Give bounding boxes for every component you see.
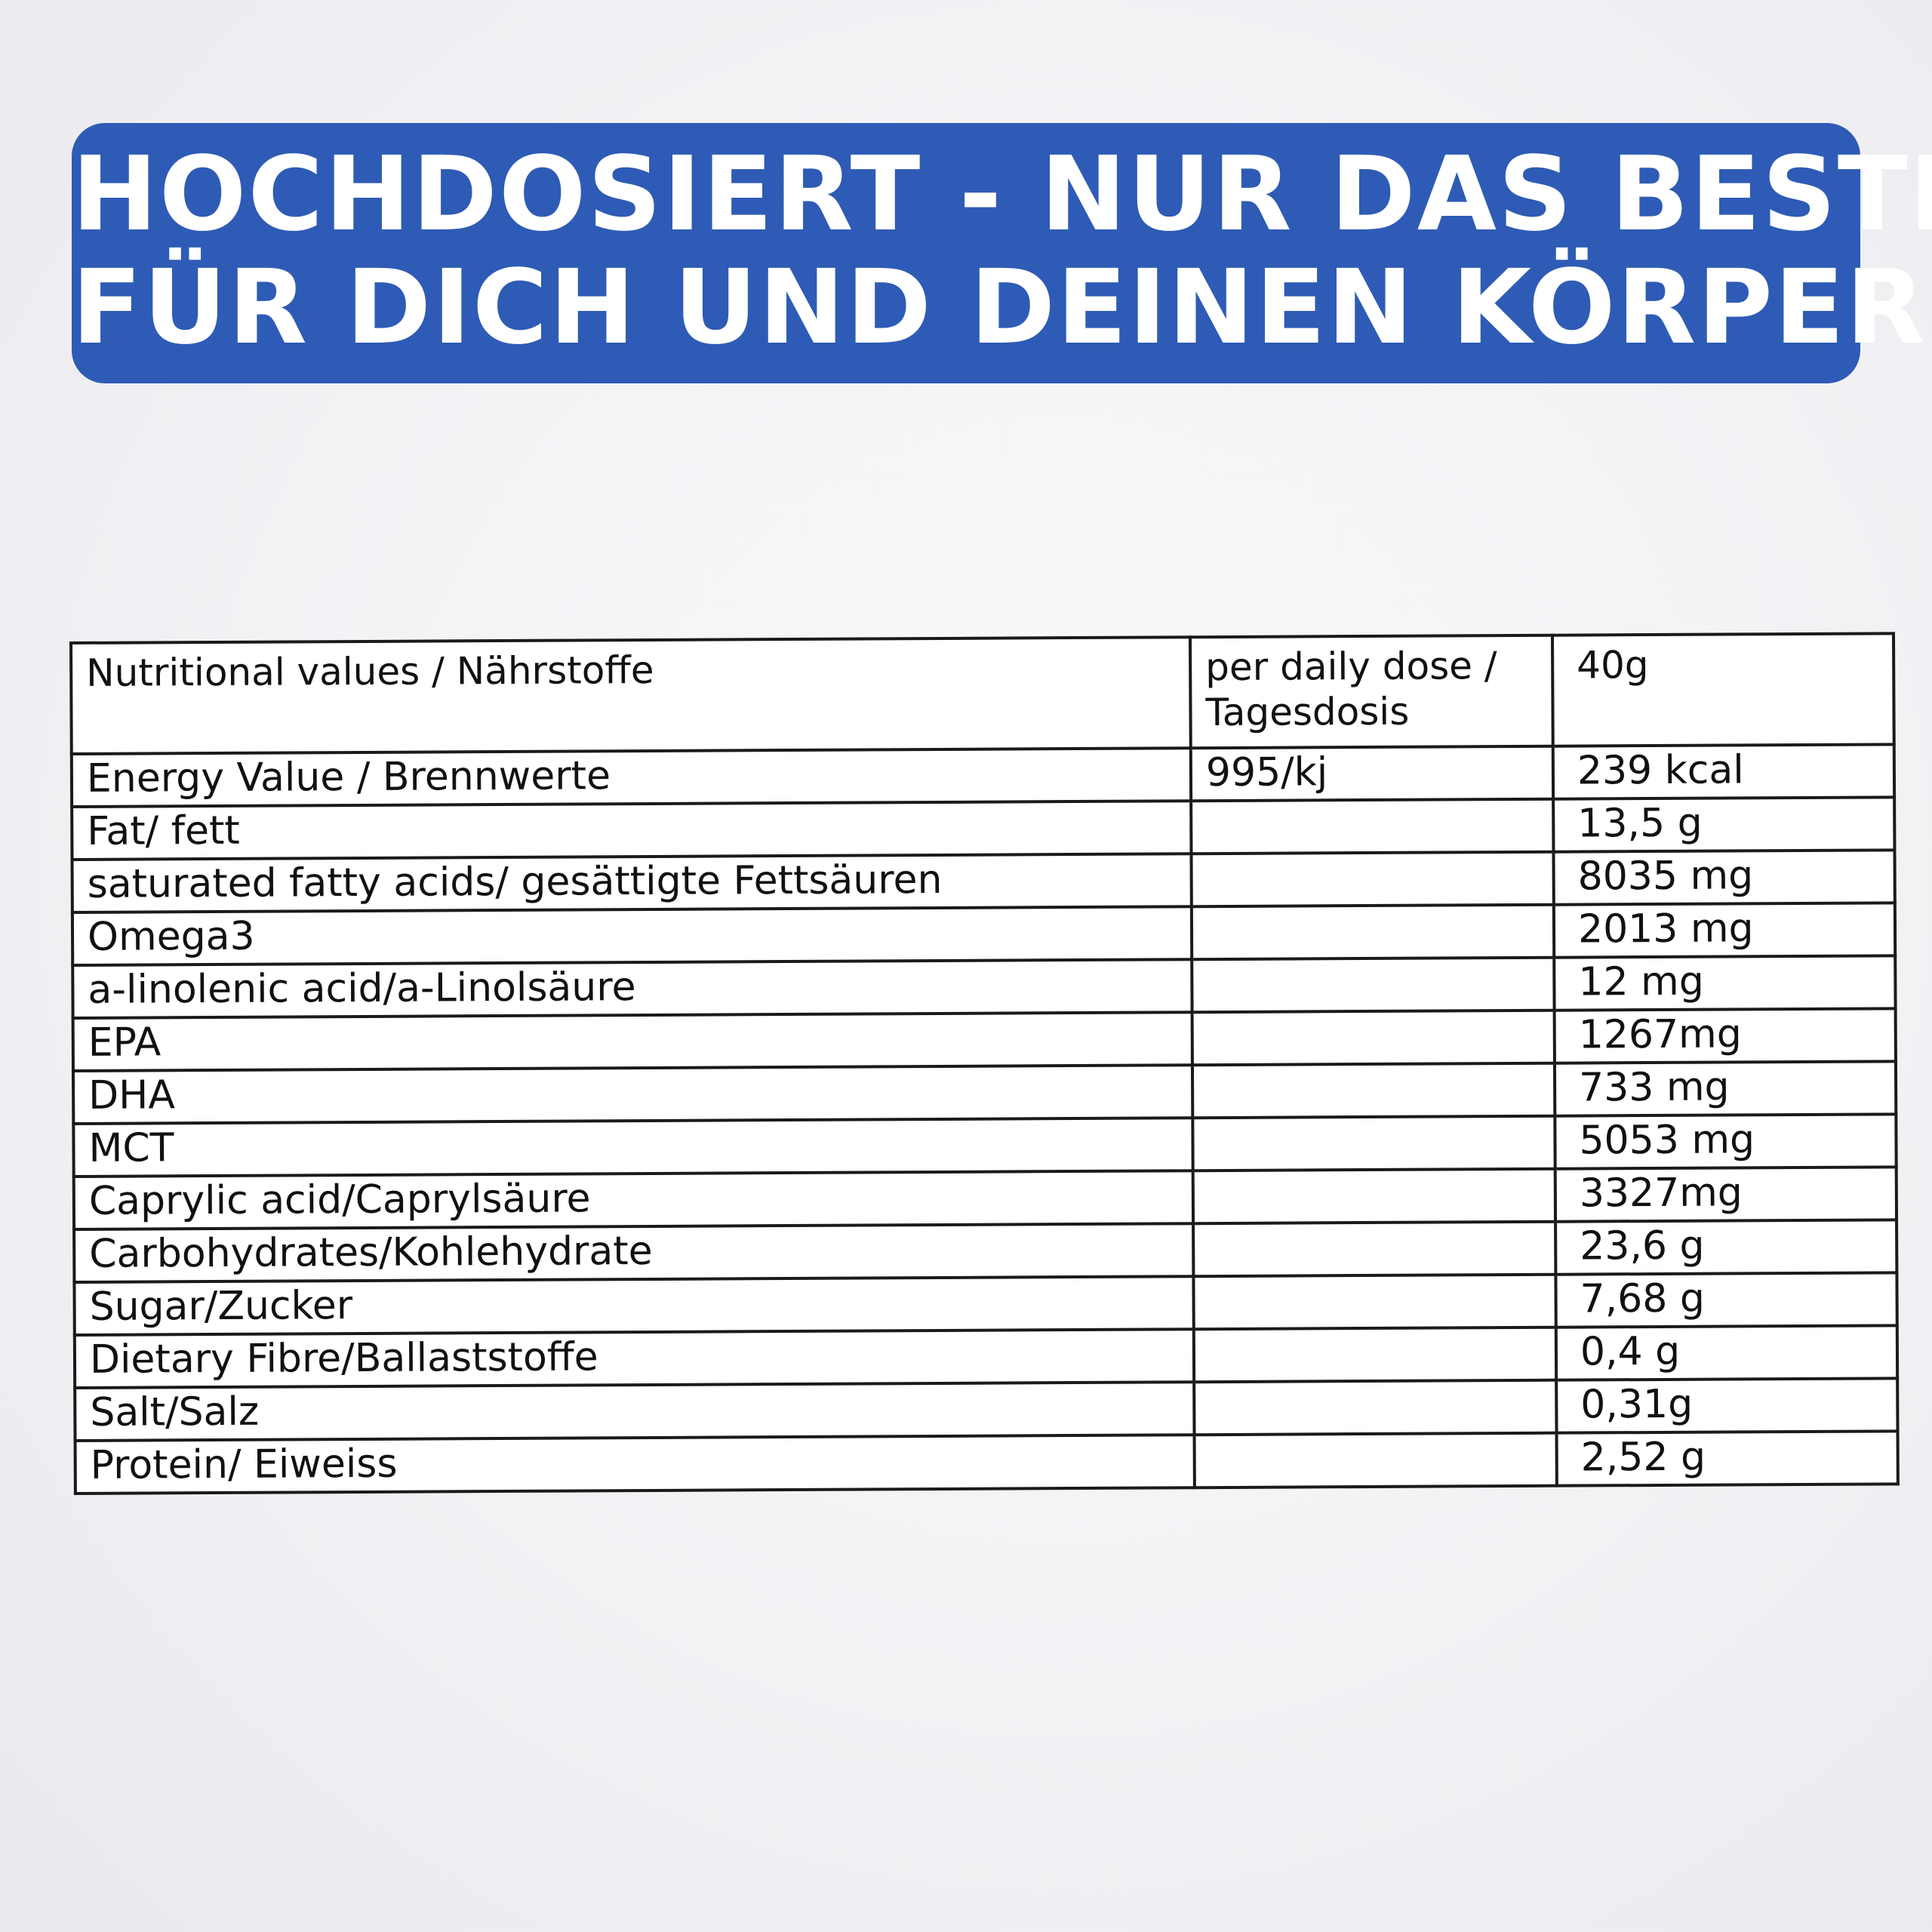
nutrient-value: 733 mg xyxy=(1554,1061,1897,1116)
nutrient-value: 0,31g xyxy=(1556,1378,1898,1433)
nutrient-name: Omega3 xyxy=(72,906,1192,965)
nutrient-name: Dietary Fibre/Ballaststoffe xyxy=(74,1329,1195,1388)
table-header-row: Nutritional values / Nährstoffe per dail… xyxy=(71,633,1894,754)
header-amount: 40g xyxy=(1552,633,1894,746)
nutrient-dose xyxy=(1193,1221,1556,1277)
nutrient-dose: 995/kj xyxy=(1190,746,1554,801)
headline-banner: HOCHDOSIERT - NUR DAS BESTE FÜR DICH UND… xyxy=(72,123,1932,383)
table-row: Energy Value / Brennwerte 995/kj 239 kca… xyxy=(71,744,1895,807)
table-row: Salt/Salz 0,31g xyxy=(75,1378,1898,1441)
header-daily-dose: per daily dose / Tagesdosis xyxy=(1189,635,1553,749)
nutrient-name: Energy Value / Brennwerte xyxy=(71,748,1192,807)
nutrient-dose xyxy=(1194,1432,1557,1488)
table-row: Protein/ Eiweiss 2,52 g xyxy=(75,1431,1898,1494)
table-row: EPA 1267mg xyxy=(72,1008,1896,1071)
nutrient-name: Sugar/Zucker xyxy=(74,1276,1194,1335)
nutrition-table: Nutritional values / Nährstoffe per dail… xyxy=(69,632,1900,1495)
table-row: DHA 733 mg xyxy=(72,1061,1897,1124)
nutrient-value: 0,4 g xyxy=(1555,1325,1898,1380)
nutrient-dose xyxy=(1191,904,1555,960)
nutrient-dose xyxy=(1192,1168,1556,1224)
nutrient-dose xyxy=(1192,957,1555,1013)
table-row: a-linolenic acid/a-Linolsäure 12 mg xyxy=(72,955,1896,1018)
nutrient-dose xyxy=(1192,1115,1555,1171)
nutrient-value: 13,5 g xyxy=(1553,797,1895,852)
header-nutrient: Nutritional values / Nährstoffe xyxy=(71,637,1191,754)
table-row: Fat/ fett 13,5 g xyxy=(72,797,1895,860)
nutrient-name: EPA xyxy=(72,1012,1192,1071)
table-row: Dietary Fibre/Ballaststoffe 0,4 g xyxy=(74,1325,1898,1388)
nutrient-name: MCT xyxy=(73,1118,1193,1177)
nutrient-dose xyxy=(1191,851,1554,907)
nutrient-name: saturated fatty acids/ gesättigte Fettsä… xyxy=(72,854,1192,912)
table-row: Carbohydrates/Kohlehydrate 23,6 g xyxy=(74,1220,1897,1282)
nutrient-value: 1267mg xyxy=(1554,1008,1896,1063)
nutrient-dose xyxy=(1193,1327,1557,1383)
nutrient-value: 2013 mg xyxy=(1553,903,1896,958)
table-row: Omega3 2013 mg xyxy=(72,903,1896,965)
nutrient-dose xyxy=(1192,1010,1555,1066)
nutrient-name: Carbohydrates/Kohlehydrate xyxy=(74,1223,1194,1282)
nutrient-value: 5053 mg xyxy=(1555,1114,1897,1169)
nutrient-name: DHA xyxy=(72,1065,1193,1124)
nutrient-value: 239 kcal xyxy=(1552,744,1895,799)
nutrient-dose xyxy=(1192,1063,1555,1118)
nutrient-dose xyxy=(1194,1380,1557,1435)
nutrient-name: Caprylic acid/Caprylsäure xyxy=(73,1171,1194,1229)
table-row: Sugar/Zucker 7,68 g xyxy=(74,1272,1897,1335)
nutrient-dose xyxy=(1191,798,1554,854)
nutrient-name: Fat/ fett xyxy=(72,801,1192,860)
nutrient-value: 12 mg xyxy=(1554,955,1896,1011)
nutrient-name: a-linolenic acid/a-Linolsäure xyxy=(72,959,1192,1018)
nutrient-name: Salt/Salz xyxy=(75,1382,1195,1441)
nutrient-dose xyxy=(1193,1274,1556,1330)
table-row: Caprylic acid/Caprylsäure 3327mg xyxy=(73,1167,1897,1229)
nutrient-value: 8035 mg xyxy=(1553,850,1895,905)
nutrient-name: Protein/ Eiweiss xyxy=(75,1435,1195,1494)
headline-line-2: FÜR DICH UND DEINEN KÖRPER xyxy=(72,248,1927,368)
nutrition-table-container: Nutritional values / Nährstoffe per dail… xyxy=(69,632,1900,1495)
nutrient-value: 23,6 g xyxy=(1555,1220,1897,1275)
nutrient-value: 3327mg xyxy=(1555,1167,1897,1222)
headline-line-1: HOCHDOSIERT - NUR DAS BESTE xyxy=(72,135,1932,254)
table-row: MCT 5053 mg xyxy=(73,1114,1897,1177)
table-row: saturated fatty acids/ gesättigte Fettsä… xyxy=(72,850,1895,912)
nutrient-value: 7,68 g xyxy=(1555,1272,1897,1327)
nutrient-value: 2,52 g xyxy=(1556,1431,1898,1486)
